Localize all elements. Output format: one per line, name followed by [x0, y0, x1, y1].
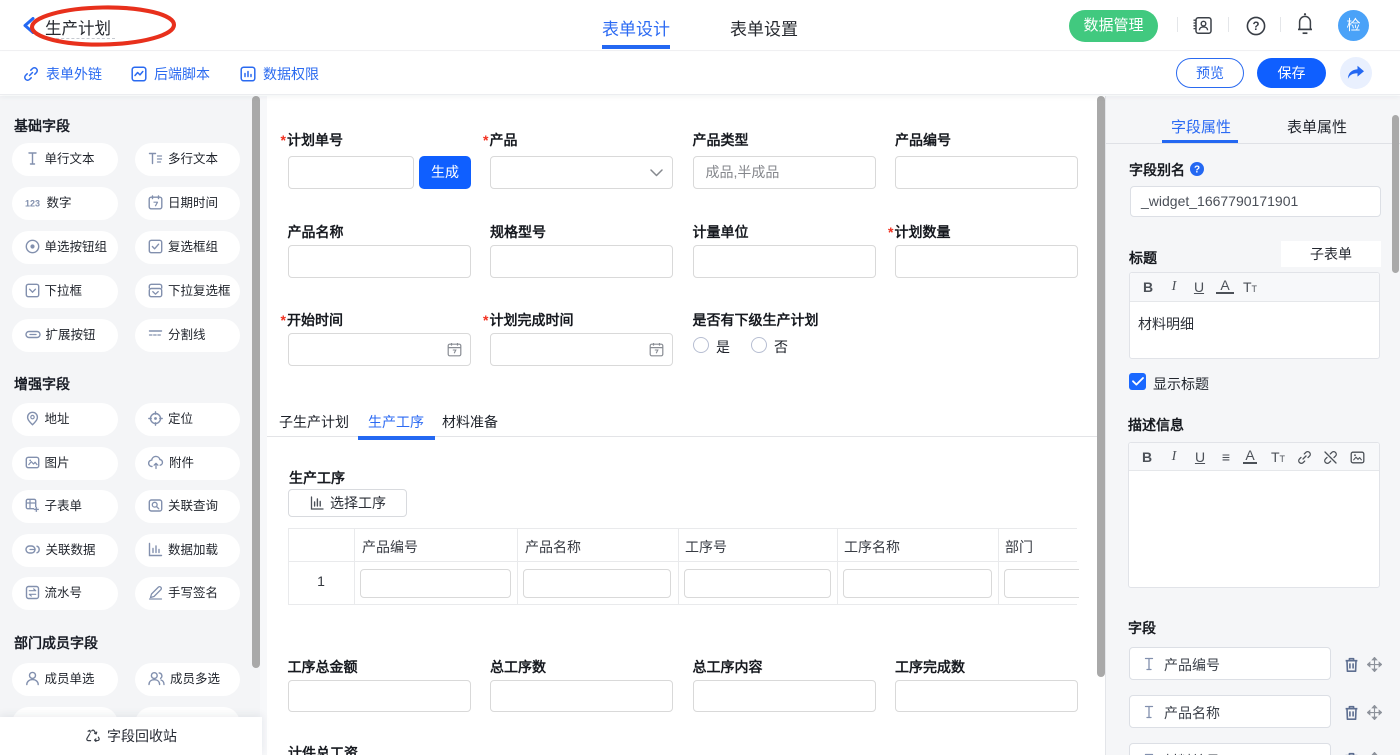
svg-text:?: ? — [1252, 21, 1259, 33]
svg-text:?: ? — [1194, 165, 1200, 176]
svg-text:123: 123 — [25, 199, 40, 209]
